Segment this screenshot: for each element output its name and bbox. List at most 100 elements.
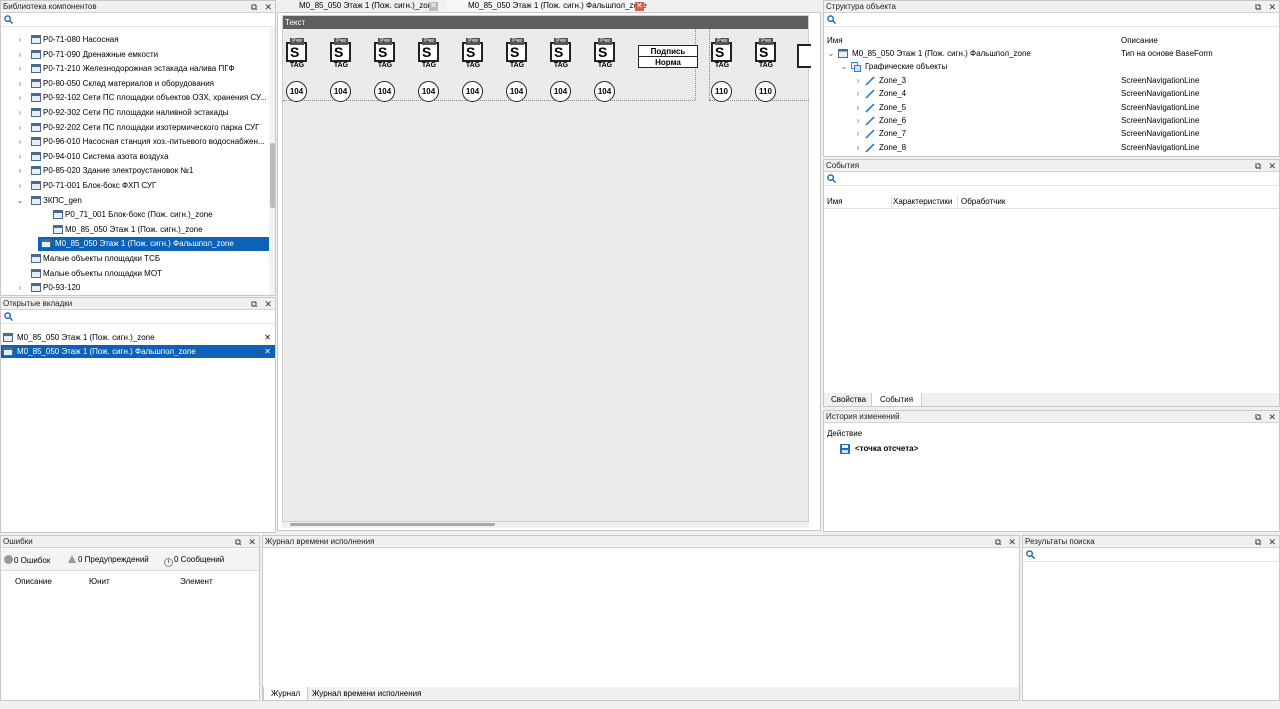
col-unit[interactable]: Юнит: [89, 577, 110, 586]
close-icon[interactable]: ✕: [264, 345, 271, 358]
structure-tree-item[interactable]: › Zone_7 ScreenNavigationLine: [824, 127, 1279, 141]
events-search[interactable]: [824, 172, 1279, 186]
history-item[interactable]: <точка отсчета>: [840, 443, 918, 455]
library-tree-item[interactable]: Малые объекты площадки ТСБ: [1, 252, 269, 266]
close-icon[interactable]: ✕: [635, 2, 644, 11]
library-tree-item[interactable]: › Р0-94-010 Система азота воздуха: [1, 150, 269, 164]
col-action[interactable]: Действие: [827, 429, 862, 438]
chevron-down-icon[interactable]: ⌄: [840, 60, 848, 74]
col-characteristics[interactable]: Характеристики: [893, 197, 952, 206]
chevron-right-icon[interactable]: ›: [16, 77, 24, 91]
close-icon[interactable]: ✕: [1268, 1, 1276, 13]
sensor-symbol[interactable]: Рчм S TAG: [373, 38, 397, 72]
tab-events[interactable]: События: [871, 393, 923, 406]
library-tree-item[interactable]: › Р0-71-001 Блок-бокс ФХП СУГ: [1, 179, 269, 193]
canvas-hscroll[interactable]: [282, 522, 809, 528]
float-icon[interactable]: ⧉: [1255, 411, 1261, 423]
doc-tab-1[interactable]: М0_85_050 Этаж 1 (Пож. сигн.)_zone ✕: [277, 0, 442, 12]
col-desc-header[interactable]: Описание: [1121, 36, 1158, 45]
scroll-thumb[interactable]: [290, 523, 495, 526]
float-icon[interactable]: ⧉: [235, 536, 241, 548]
chevron-right-icon[interactable]: ›: [854, 127, 862, 141]
chevron-down-icon[interactable]: ⌄: [16, 194, 24, 208]
col-name-header[interactable]: Имя: [827, 36, 843, 45]
address-circle[interactable]: 104: [330, 81, 351, 102]
library-tree-item[interactable]: › Р0-96-010 Насосная станция хоз.-питьево…: [1, 135, 269, 149]
tab-properties[interactable]: Свойства: [831, 393, 866, 406]
float-icon[interactable]: ⧉: [251, 298, 257, 310]
close-icon[interactable]: ✕: [264, 331, 271, 344]
library-tree-item[interactable]: М0_85_050 Этаж 1 (Пож. сигн.)_zone: [1, 223, 269, 237]
col-handler[interactable]: Обработчик: [961, 197, 1005, 206]
library-tree-item[interactable]: › Р0-80-050 Склад материалов и оборудован…: [1, 77, 269, 91]
close-icon[interactable]: ✕: [248, 536, 256, 548]
structure-tree-item[interactable]: › Zone_6 ScreenNavigationLine: [824, 114, 1279, 128]
close-icon[interactable]: ✕: [1268, 160, 1276, 172]
library-tree-item[interactable]: М0_85_050 Этаж 1 (Пож. сигн.) Фальшпол_z…: [38, 237, 269, 252]
chevron-right-icon[interactable]: ›: [854, 74, 862, 88]
close-icon[interactable]: ✕: [1268, 536, 1276, 548]
chevron-right-icon[interactable]: ›: [16, 121, 24, 135]
chevron-right-icon[interactable]: ›: [854, 114, 862, 128]
library-tree-item[interactable]: Малые объекты площадки МОТ: [1, 267, 269, 281]
structure-tree-item[interactable]: › Zone_4 ScreenNavigationLine: [824, 87, 1279, 101]
library-tree-item[interactable]: Р0_71_001 Блок-бокс (Пож. сигн.)_zone: [1, 208, 269, 222]
library-tree-item[interactable]: › Р0-92-102 Сети ПС площадки объектов ОЗХ…: [1, 91, 269, 105]
tab-runtime-log[interactable]: Журнал времени исполнения: [312, 687, 421, 700]
structure-tree-item[interactable]: › Zone_5 ScreenNavigationLine: [824, 101, 1279, 115]
chevron-right-icon[interactable]: ›: [854, 87, 862, 101]
col-name[interactable]: Имя: [827, 197, 843, 206]
chevron-right-icon[interactable]: ›: [16, 106, 24, 120]
chevron-right-icon[interactable]: ›: [854, 101, 862, 115]
sensor-symbol[interactable]: Рчм S TAG: [505, 38, 529, 72]
sensor-symbol[interactable]: Рчм S TAG: [417, 38, 441, 72]
editor-canvas[interactable]: Текст Подпись Норма Рчм S TAG 104 Рчм S TAG 104…: [277, 12, 821, 531]
library-tree-item[interactable]: ⌄ ЗКПС_gen: [1, 194, 269, 208]
close-icon[interactable]: ✕: [1268, 411, 1276, 423]
address-circle[interactable]: 104: [462, 81, 483, 102]
structure-tree-item[interactable]: ⌄ Графические объекты: [824, 60, 1279, 74]
sensor-symbol[interactable]: Рчм S TAG: [549, 38, 573, 72]
chevron-right-icon[interactable]: ›: [16, 281, 24, 295]
screen-form[interactable]: Текст Подпись Норма Рчм S TAG 104 Рчм S TAG 104…: [282, 15, 811, 522]
search-results-search[interactable]: [1023, 548, 1279, 562]
address-circle[interactable]: 110: [711, 81, 732, 102]
sensor-symbol[interactable]: Рчм S TAG: [329, 38, 353, 72]
address-circle[interactable]: 104: [286, 81, 307, 102]
structure-tree-item[interactable]: › Zone_3 ScreenNavigationLine: [824, 74, 1279, 88]
open-tab-item[interactable]: М0_85_050 Этаж 1 (Пож. сигн.)_zone ✕: [1, 331, 275, 344]
address-circle[interactable]: 104: [418, 81, 439, 102]
float-icon[interactable]: ⧉: [1255, 1, 1261, 13]
messages-filter[interactable]: i0 Сообщений: [164, 555, 224, 567]
tab-log[interactable]: Журнал: [263, 687, 309, 700]
signature-norma-block[interactable]: Подпись Норма: [638, 45, 698, 68]
address-circle[interactable]: 104: [550, 81, 571, 102]
sensor-symbol[interactable]: Рчм S TAG: [593, 38, 617, 72]
errors-filter[interactable]: 0 Ошибок: [4, 555, 50, 565]
structure-tree-item[interactable]: ⌄ М0_85_050 Этаж 1 (Пож. сигн.) Фальшпол_…: [824, 47, 1279, 61]
close-icon[interactable]: ✕: [429, 2, 438, 11]
structure-tree-item[interactable]: › Zone_8 ScreenNavigationLine: [824, 141, 1279, 155]
chevron-right-icon[interactable]: ›: [854, 141, 862, 155]
library-scrollbar[interactable]: [269, 28, 275, 295]
address-circle[interactable]: 110: [755, 81, 776, 102]
library-search[interactable]: [1, 13, 275, 27]
col-description[interactable]: Описание: [15, 577, 52, 586]
close-icon[interactable]: ✕: [264, 298, 272, 310]
chevron-down-icon[interactable]: ⌄: [827, 47, 835, 61]
address-circle[interactable]: 104: [374, 81, 395, 102]
chevron-right-icon[interactable]: ›: [16, 48, 24, 62]
float-icon[interactable]: ⧉: [1255, 160, 1261, 172]
float-icon[interactable]: ⧉: [995, 536, 1001, 548]
float-icon[interactable]: ⧉: [1255, 536, 1261, 548]
address-circle[interactable]: 104: [594, 81, 615, 102]
float-icon[interactable]: ⧉: [251, 1, 257, 13]
chevron-right-icon[interactable]: ›: [16, 91, 24, 105]
doc-tab-2[interactable]: М0_85_050 Этаж 1 (Пож. сигн.) Фальшпол_z…: [447, 0, 647, 12]
close-icon[interactable]: ✕: [264, 1, 272, 13]
library-tree-item[interactable]: › Р0-85-020 Здание электроустановок №1: [1, 164, 269, 178]
sensor-symbol[interactable]: Рчм S TAG: [754, 38, 778, 72]
library-tree-item[interactable]: › Р0-71-090 Дренажные емкости: [1, 48, 269, 62]
partial-element[interactable]: [797, 44, 811, 68]
chevron-right-icon[interactable]: ›: [16, 62, 24, 76]
